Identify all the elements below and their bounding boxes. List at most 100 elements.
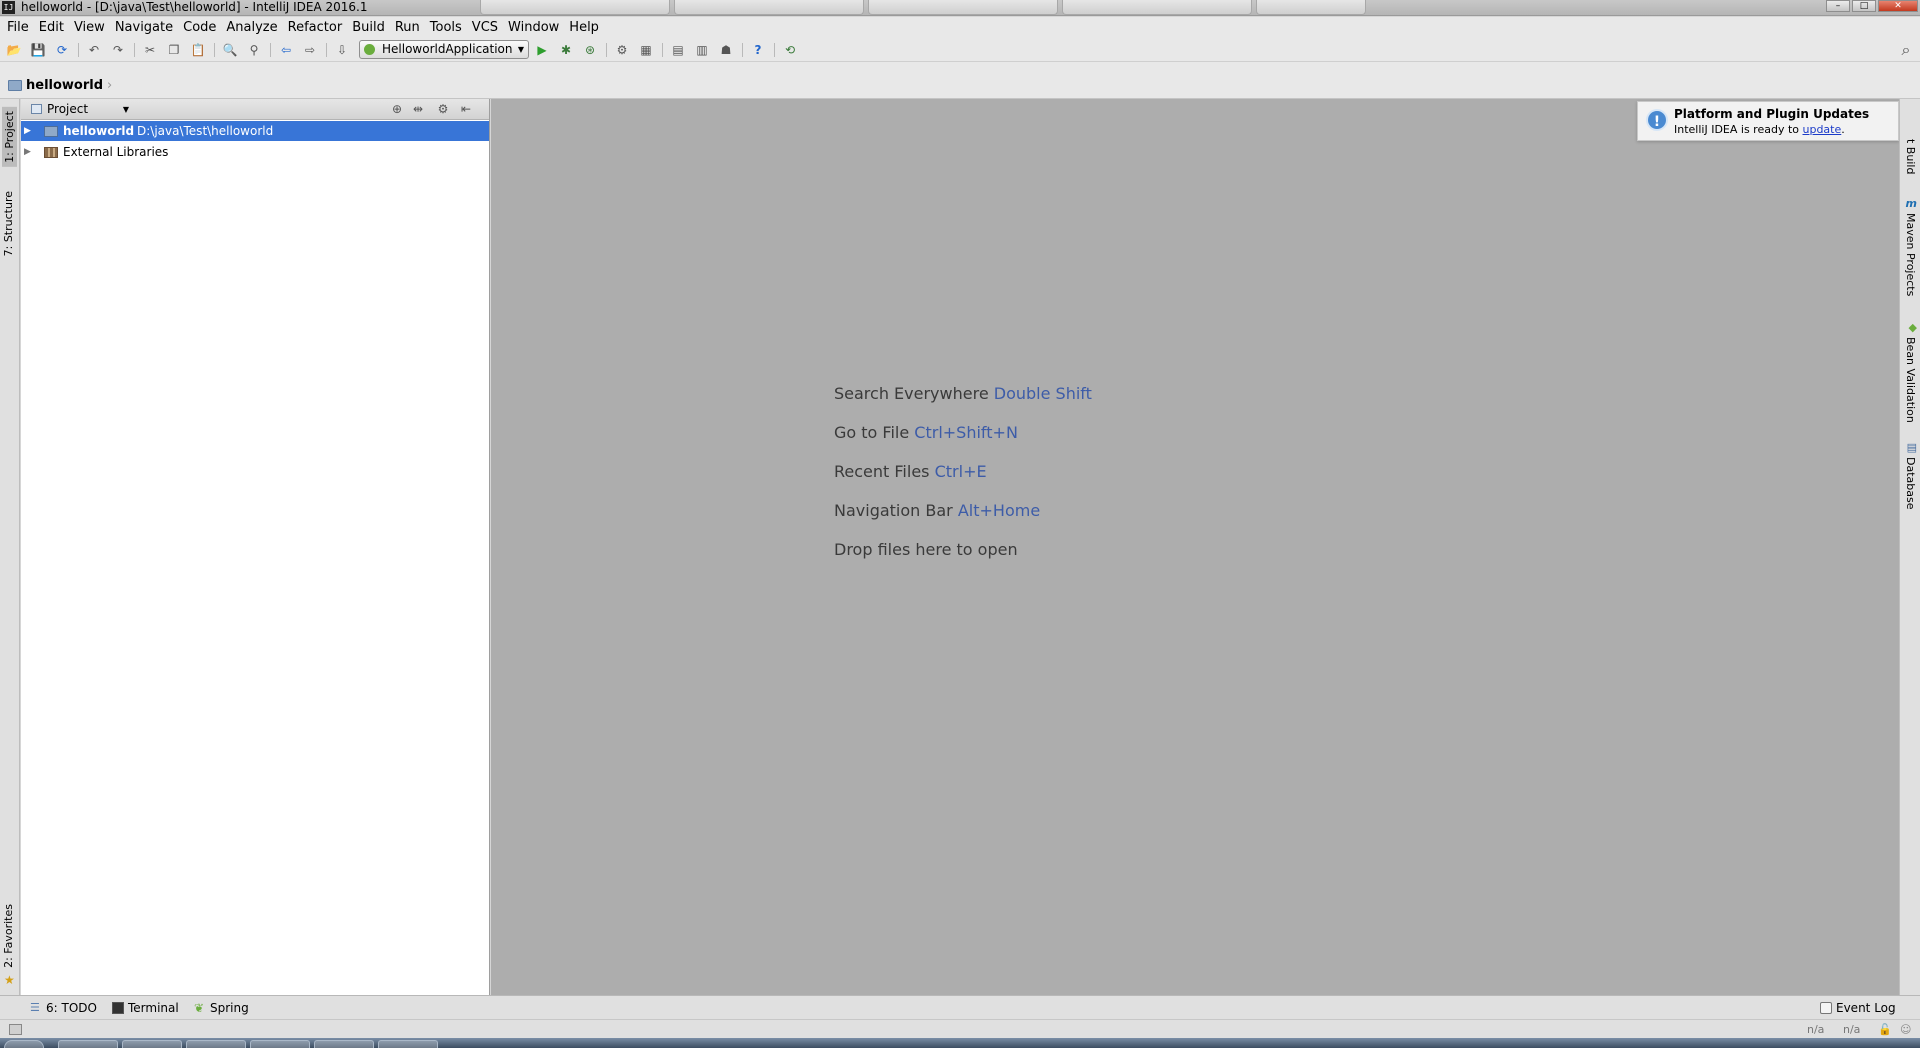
scroll-from-source-icon[interactable]: ⊕ (389, 101, 405, 117)
undo-icon[interactable]: ↶ (86, 42, 102, 58)
debug-icon[interactable]: ✱ (558, 42, 574, 58)
maven-icon: m (1905, 197, 1917, 210)
tree-row-external-libraries[interactable]: ▶ External Libraries (21, 142, 489, 162)
project-structure-icon[interactable]: ▦ (638, 42, 654, 58)
taskbar-app-button[interactable] (186, 1040, 246, 1048)
minimize-button[interactable]: – (1826, 0, 1850, 12)
forward-icon[interactable]: ⇨ (302, 42, 318, 58)
hide-panel-icon[interactable]: ⇤ (458, 101, 474, 117)
tree-item-name: helloworld (63, 124, 135, 138)
tree-row-project[interactable]: ▶ helloworld D:\java\Test\helloworld (21, 121, 489, 141)
menu-tools[interactable]: Tools (425, 18, 467, 38)
hint-text: Drop files here to open (834, 540, 1018, 559)
redo-icon[interactable]: ↷ (110, 42, 126, 58)
expand-arrow-icon[interactable]: ▶ (24, 142, 31, 162)
sdk-manager-icon[interactable]: ▤ (670, 42, 686, 58)
run-icon[interactable]: ▶ (534, 42, 550, 58)
taskbar-app-button[interactable] (250, 1040, 310, 1048)
android-device-icon[interactable]: ☗ (718, 42, 734, 58)
avd-manager-icon[interactable]: ▥ (694, 42, 710, 58)
breadcrumb[interactable]: helloworld › (8, 76, 112, 94)
background-window-tab[interactable] (674, 0, 864, 15)
hint-go-to-file: Go to File Ctrl+Shift+N (834, 423, 1092, 443)
right-tool-strip: t Build m Maven Projects ◆ Bean Validati… (1899, 99, 1920, 995)
tab-database[interactable]: Database (1904, 457, 1917, 510)
hint-shortcut: Ctrl+E (934, 462, 987, 481)
project-view-selector[interactable]: Project ▼ (29, 101, 135, 118)
background-window-tab[interactable] (480, 0, 670, 15)
vcs-update-icon[interactable]: ⟲ (782, 42, 798, 58)
maximize-button[interactable]: □ (1852, 0, 1876, 12)
toolbar-separator (742, 43, 743, 57)
menu-vcs[interactable]: VCS (467, 18, 503, 38)
close-button[interactable]: ✕ (1878, 0, 1918, 12)
tab-maven-projects[interactable]: Maven Projects (1904, 213, 1917, 296)
chevron-down-icon: ▼ (122, 105, 129, 114)
save-icon[interactable]: 💾 (30, 42, 46, 58)
menu-build[interactable]: Build (347, 18, 390, 38)
copy-icon[interactable]: ❐ (166, 42, 182, 58)
menu-navigate[interactable]: Navigate (110, 18, 178, 38)
menu-edit[interactable]: Edit (34, 18, 69, 38)
help-icon[interactable]: ? (750, 42, 766, 58)
lock-icon[interactable]: 🔓 (1878, 1022, 1892, 1037)
background-window-tab[interactable] (868, 0, 1058, 15)
toolbar-separator (214, 43, 215, 57)
tab-terminal[interactable]: Terminal (112, 1000, 179, 1016)
settings-icon[interactable]: ⚙ (614, 42, 630, 58)
toolbar-separator (326, 43, 327, 57)
menu-view[interactable]: View (69, 18, 110, 38)
menu-analyze[interactable]: Analyze (221, 18, 282, 38)
notification-suffix: . (1841, 123, 1845, 136)
replace-icon[interactable]: ⚲ (246, 42, 262, 58)
paste-icon[interactable]: 📋 (190, 42, 206, 58)
menu-code[interactable]: Code (178, 18, 221, 38)
make-icon[interactable]: ⇩ (334, 42, 350, 58)
tab-structure[interactable]: 7: Structure (2, 191, 15, 256)
menu-window[interactable]: Window (503, 18, 564, 38)
tree-item-path: D:\java\Test\helloworld (137, 124, 274, 138)
tab-bean-validation[interactable]: Bean Validation (1904, 337, 1917, 423)
navigation-bar: helloworld › (0, 62, 1920, 99)
back-icon[interactable]: ⇦ (278, 42, 294, 58)
start-button[interactable] (4, 1040, 44, 1048)
menu-file[interactable]: File (2, 18, 34, 38)
breadcrumb-project: helloworld (26, 77, 104, 93)
tab-favorites[interactable]: 2: Favorites (2, 904, 15, 968)
search-icon[interactable]: ⌕ (1898, 42, 1914, 58)
tree-item-name: External Libraries (63, 145, 169, 159)
tab-spring[interactable]: ❦ Spring (194, 1000, 249, 1016)
collapse-all-icon[interactable]: ⇹ (410, 101, 426, 117)
update-link[interactable]: update (1803, 123, 1842, 136)
toggle-tool-windows-icon[interactable] (9, 1024, 22, 1035)
menu-run[interactable]: Run (390, 18, 425, 38)
inspector-icon[interactable]: ☺ (1900, 1022, 1911, 1037)
tab-spring-label: Spring (210, 1001, 249, 1015)
run-configuration-selector[interactable]: HelloworldApplication ▼ (359, 40, 529, 59)
update-notification[interactable]: ! Platform and Plugin Updates IntelliJ I… (1637, 101, 1899, 141)
tab-ant-build[interactable]: t Build (1904, 139, 1917, 174)
cut-icon[interactable]: ✂ (142, 42, 158, 58)
left-tool-strip: 1: Project 7: Structure 2: Favorites ★ (0, 99, 20, 995)
menu-refactor[interactable]: Refactor (283, 18, 348, 38)
coverage-icon[interactable]: ⊛ (582, 42, 598, 58)
tab-project[interactable]: 1: Project (2, 107, 17, 167)
editor-empty-area[interactable]: Search Everywhere Double Shift Go to Fil… (491, 99, 1899, 995)
background-window-tab[interactable] (1256, 0, 1366, 15)
project-tool-window: Project ▼ ⊕ ⇹ ⚙ ⇤ ▶ helloworld D:\java\T… (21, 99, 490, 995)
taskbar-app-button[interactable] (378, 1040, 438, 1048)
find-icon[interactable]: 🔍 (222, 42, 238, 58)
status-bar: n/a n/a 🔓 ☺ (0, 1019, 1920, 1038)
tab-todo[interactable]: ☰ 6: TODO (30, 1000, 97, 1016)
tab-event-log[interactable]: Event Log (1820, 1000, 1896, 1016)
taskbar-app-button[interactable] (122, 1040, 182, 1048)
open-folder-icon[interactable]: 📂 (6, 42, 22, 58)
taskbar-app-button[interactable] (314, 1040, 374, 1048)
gear-icon[interactable]: ⚙ (435, 101, 451, 117)
expand-arrow-icon[interactable]: ▶ (24, 121, 31, 141)
menu-help[interactable]: Help (564, 18, 604, 38)
sync-icon[interactable]: ⟳ (54, 42, 70, 58)
background-window-tab[interactable] (1062, 0, 1252, 15)
title-bar: IJ helloworld - [D:\java\Test\helloworld… (0, 0, 1920, 16)
taskbar-app-button[interactable] (58, 1040, 118, 1048)
